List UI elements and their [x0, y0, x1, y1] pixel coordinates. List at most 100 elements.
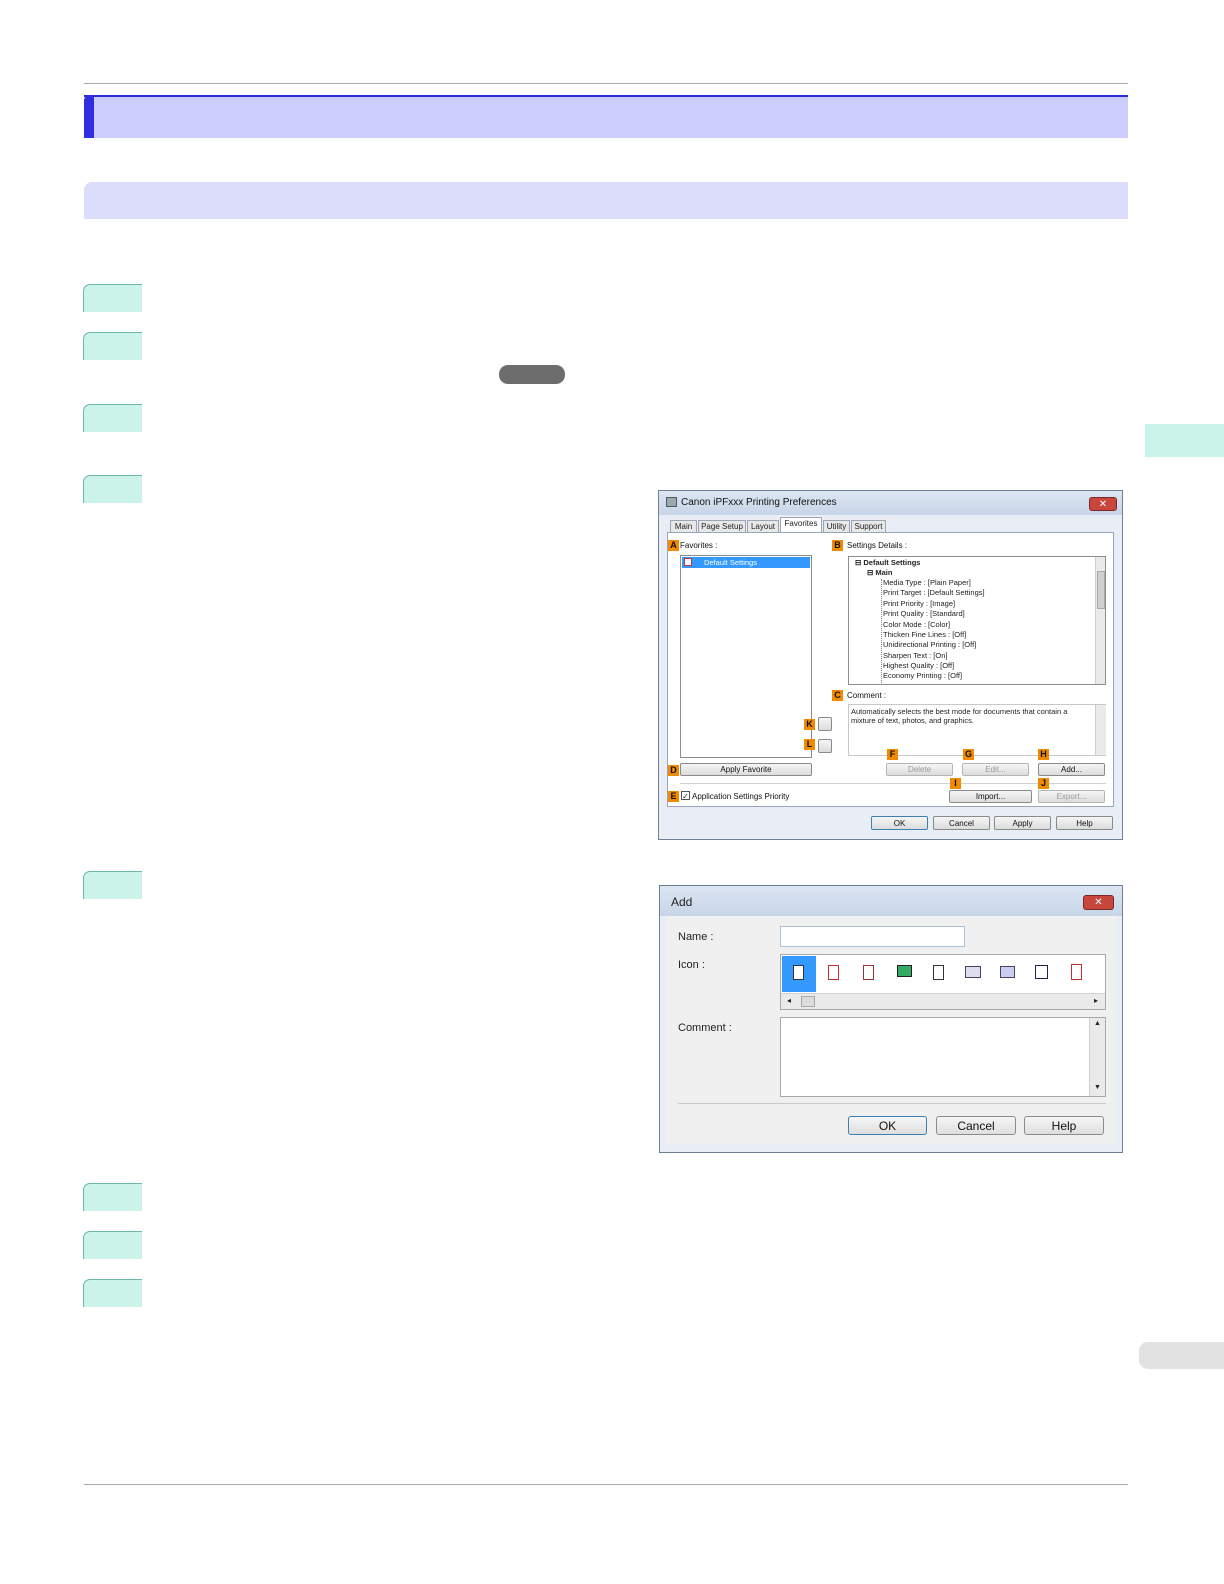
close-button[interactable]: ✕: [1089, 497, 1117, 511]
tree-root-label: Default Settings: [863, 558, 921, 567]
tree-guide: [881, 579, 882, 684]
add-comment-label: Comment :: [678, 1022, 732, 1034]
add-dialog-title: Add: [671, 895, 693, 909]
badge-b: B: [832, 540, 843, 551]
badge-f: F: [887, 749, 898, 760]
reference-pill: [499, 365, 565, 384]
tree-line: Sharpen Text : [On]: [883, 651, 948, 660]
printing-preferences-dialog: Canon iPFxxx Printing Preferences ✕ Main…: [658, 490, 1123, 840]
tree-line: Economy Printing : [Off]: [883, 671, 963, 680]
app-priority-checkbox[interactable]: ✓: [681, 791, 690, 801]
chapter-side-tab: [1145, 424, 1224, 457]
add-ok-button[interactable]: OK: [848, 1116, 927, 1135]
settings-details-label: Settings Details :: [847, 541, 908, 550]
icon-label: Icon :: [678, 959, 705, 971]
step-marker-3: [83, 404, 142, 432]
icon-scrollbar[interactable]: ◂ ▸: [781, 993, 1105, 1009]
calendar-icon[interactable]: [1071, 964, 1082, 980]
scroll-up-icon[interactable]: ▲: [1094, 1020, 1101, 1027]
subsection-title-band: [84, 182, 1128, 219]
import-button[interactable]: Import...: [949, 790, 1032, 803]
add-close-button[interactable]: ✕: [1083, 895, 1114, 910]
help-button[interactable]: Help: [1056, 816, 1113, 830]
ok-button[interactable]: OK: [871, 816, 928, 830]
edit-button[interactable]: Edit...: [962, 763, 1029, 776]
tree-line: Media Type : [Plain Paper]: [883, 578, 971, 587]
tree-scrollbar[interactable]: [1095, 557, 1105, 684]
badge-j: J: [1038, 778, 1049, 789]
badge-g: G: [963, 749, 974, 760]
icon-option-selected[interactable]: [782, 956, 816, 992]
section-title-band: [84, 95, 1128, 138]
badge-l: L: [804, 739, 815, 750]
bottom-rule: [84, 1484, 1128, 1485]
favorites-list[interactable]: Default Settings: [680, 555, 812, 758]
page-side-tab: [1139, 1342, 1224, 1369]
tab-favorites[interactable]: Favorites: [780, 517, 822, 533]
tree-line: Highest Quality : [Off]: [883, 661, 955, 670]
tree-line: Print Priority : [Image]: [883, 599, 956, 608]
step-marker-1: [83, 284, 142, 312]
comment-text: Automatically selects the best mode for …: [851, 707, 1068, 725]
add-title-bar: Add ✕: [660, 886, 1122, 916]
app-priority-label: Application Settings Priority: [692, 792, 790, 801]
delete-button[interactable]: Delete: [886, 763, 953, 776]
tree-scroll-thumb[interactable]: [1097, 571, 1105, 609]
dialog-title: Canon iPFxxx Printing Preferences: [681, 497, 837, 508]
scroll-right-icon[interactable]: ▸: [1094, 996, 1098, 1005]
graph-document-icon[interactable]: [863, 965, 874, 980]
document-icon: [793, 965, 804, 980]
badge-h: H: [1038, 749, 1049, 760]
badge-a: A: [668, 540, 679, 551]
add-dialog: Add ✕ Name : Icon : ◂ ▸ Comment : ▲ ▼ OK…: [659, 885, 1123, 1153]
comment-scrollbar[interactable]: [1095, 705, 1106, 755]
tree-group: ⊟ Main: [867, 568, 893, 577]
move-up-button[interactable]: [818, 717, 832, 731]
icon-scroll-thumb[interactable]: [801, 996, 815, 1007]
tree-line: Print Target : [Default Settings]: [883, 588, 985, 597]
tree-line: Thicken Fine Lines : [Off]: [883, 630, 967, 639]
favorites-label: Favorites :: [680, 541, 718, 550]
add-help-button[interactable]: Help: [1024, 1116, 1104, 1135]
scroll-left-icon[interactable]: ◂: [787, 996, 791, 1005]
book-icon[interactable]: [965, 966, 981, 978]
tree-root: ⊟ Default Settings: [855, 558, 921, 567]
step-marker-5: [83, 871, 142, 899]
add-dialog-body: Name : Icon : ◂ ▸ Comment : ▲ ▼ OK Cance…: [667, 916, 1116, 1144]
badge-i: I: [950, 778, 961, 789]
favorites-item-label: Default Settings: [704, 558, 757, 567]
add-comment-scrollbar[interactable]: ▲ ▼: [1089, 1018, 1105, 1096]
step-marker-8: [83, 1279, 142, 1307]
step-marker-6: [83, 1183, 142, 1211]
add-cancel-button[interactable]: Cancel: [936, 1116, 1016, 1135]
favorite-doc-icon: [684, 558, 692, 566]
tree-line: Color Mode : [Color]: [883, 620, 951, 629]
add-button[interactable]: Add...: [1038, 763, 1105, 776]
red-document-icon[interactable]: [828, 965, 839, 980]
icon-picker[interactable]: ◂ ▸: [780, 954, 1106, 1010]
apply-button[interactable]: Apply: [994, 816, 1051, 830]
badge-k: K: [804, 719, 815, 730]
cancel-button[interactable]: Cancel: [933, 816, 990, 830]
step-marker-2: [83, 332, 142, 360]
favorites-list-item[interactable]: Default Settings: [682, 557, 810, 568]
scroll-down-icon[interactable]: ▼: [1094, 1084, 1101, 1091]
add-separator: [678, 1103, 1106, 1104]
badge-e: E: [668, 791, 679, 802]
folded-page-icon[interactable]: [1000, 966, 1015, 978]
export-button[interactable]: Export...: [1038, 790, 1105, 803]
name-input[interactable]: [780, 926, 965, 947]
move-down-button[interactable]: [818, 739, 832, 753]
printer-icon: [666, 497, 677, 507]
tree-line: Print Quality : [Standard]: [883, 609, 965, 618]
badge-d: D: [668, 765, 679, 776]
settings-details-tree[interactable]: ⊟ Default Settings ⊟ Main Media Type : […: [848, 556, 1106, 685]
tree-line: Unidirectional Printing : [Off]: [883, 640, 977, 649]
favorites-tab-panel: A Favorites : Default Settings K L B Set…: [667, 532, 1114, 807]
add-comment-box[interactable]: ▲ ▼: [780, 1017, 1106, 1097]
photo-icon[interactable]: [897, 965, 912, 977]
apply-favorite-button[interactable]: Apply Favorite: [680, 763, 812, 776]
a4-icon[interactable]: [1035, 965, 1048, 979]
step-marker-4: [83, 475, 142, 503]
page-icon[interactable]: [933, 965, 944, 980]
